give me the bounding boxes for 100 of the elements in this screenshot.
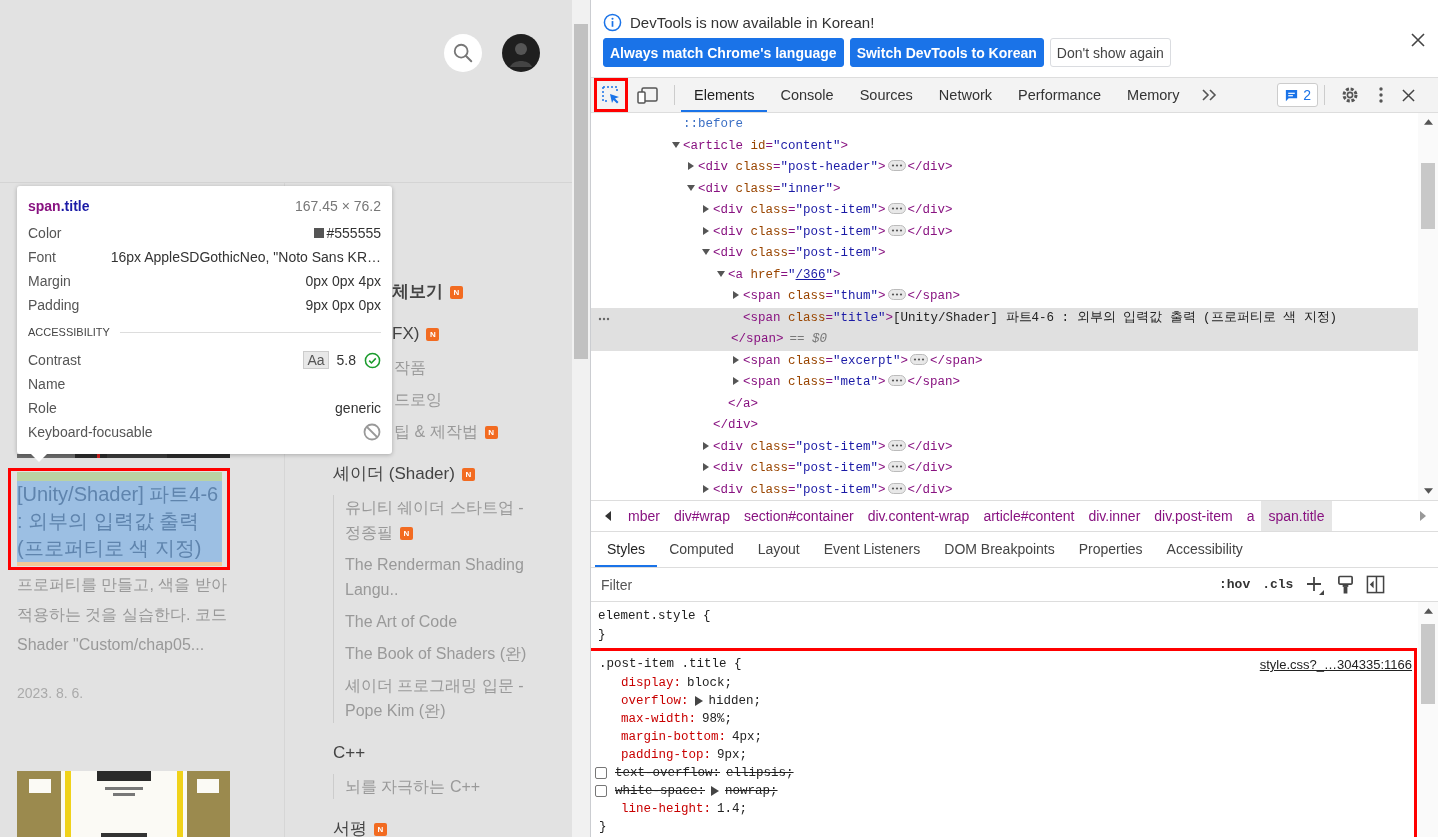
infobar-button[interactable]: Don't show again: [1049, 38, 1171, 67]
dom-node[interactable]: </a>: [591, 393, 1418, 415]
property-name[interactable]: padding-top:: [621, 748, 711, 762]
dom-node[interactable]: <div class="inner">: [591, 178, 1418, 200]
scrollbar-thumb[interactable]: [1421, 163, 1435, 229]
category-link[interactable]: 셰이더 (Shader) N: [333, 461, 540, 486]
more-icon[interactable]: [598, 316, 610, 321]
expand-icon[interactable]: [686, 161, 696, 171]
sidebar-tab[interactable]: Layout: [745, 532, 812, 567]
scroll-right-icon[interactable]: [1420, 511, 1426, 521]
scrollbar[interactable]: [572, 0, 590, 837]
property-value[interactable]: 1.4;: [717, 802, 748, 816]
scrollbar[interactable]: [1418, 602, 1438, 837]
scroll-up-icon[interactable]: [1423, 608, 1433, 614]
sidebar-tab[interactable]: Event Listeners: [811, 532, 933, 567]
property-name[interactable]: overflow:: [621, 694, 689, 708]
paint-icon[interactable]: [1337, 574, 1355, 595]
breadcrumb[interactable]: span.title: [1261, 501, 1332, 531]
panel-tab[interactable]: Elements: [681, 78, 768, 112]
category-link[interactable]: FX) N: [392, 321, 540, 346]
ellipsis-icon[interactable]: [887, 461, 906, 472]
expand-icon[interactable]: [731, 376, 741, 386]
scrollbar-thumb[interactable]: [1421, 624, 1435, 704]
expand-icon[interactable]: [711, 786, 719, 796]
expand-icon[interactable]: [701, 225, 711, 236]
checkbox[interactable]: [595, 785, 607, 797]
ellipsis-icon[interactable]: [887, 439, 906, 451]
breadcrumb[interactable]: div.content-wrap: [860, 501, 977, 531]
sidebar-tab[interactable]: Computed: [657, 532, 746, 567]
avatar-icon[interactable]: [502, 34, 540, 72]
scrollbar[interactable]: [1418, 113, 1438, 500]
dom-node[interactable]: <a href="/366">: [591, 264, 1418, 286]
panel-tab[interactable]: Memory: [1114, 78, 1193, 112]
dom-node[interactable]: <div class="post-item"> </div>: [591, 458, 1418, 480]
ellipsis-icon[interactable]: [887, 482, 906, 494]
expand-icon[interactable]: [701, 483, 711, 494]
close-icon[interactable]: [1402, 88, 1415, 102]
breadcrumb[interactable]: article#content: [976, 501, 1082, 531]
panel-tab[interactable]: Sources: [846, 78, 926, 112]
breadcrumb[interactable]: div.post-item: [1147, 501, 1240, 531]
property-name[interactable]: display:: [621, 676, 681, 690]
breadcrumb[interactable]: a: [1239, 501, 1262, 531]
scroll-up-icon[interactable]: [1423, 119, 1433, 125]
dom-node[interactable]: ::before: [591, 114, 1418, 136]
toggle-button[interactable]: :hov: [1219, 577, 1251, 592]
scrollbar-thumb[interactable]: [574, 24, 588, 359]
ellipsis-icon[interactable]: [887, 289, 906, 300]
dom-node[interactable]: <article id="content">: [591, 135, 1418, 157]
property-value[interactable]: 98%;: [702, 712, 733, 726]
checkbox[interactable]: [595, 767, 607, 779]
ellipsis-icon[interactable]: [887, 375, 906, 386]
dom-node[interactable]: </div>: [591, 415, 1418, 437]
more-tabs-icon[interactable]: [1201, 88, 1218, 102]
property-name[interactable]: white-space:: [615, 784, 705, 798]
property-name[interactable]: margin-bottom:: [621, 730, 727, 744]
collapse-icon[interactable]: [671, 139, 681, 150]
infobar-button[interactable]: Switch DevTools to Korean: [849, 38, 1044, 67]
breadcrumb[interactable]: div.inner: [1081, 501, 1148, 531]
infobar-button[interactable]: Always match Chrome's language: [603, 38, 844, 67]
issues-button[interactable]: 2: [1277, 83, 1318, 107]
property-name[interactable]: max-width:: [621, 712, 696, 726]
ellipsis-icon[interactable]: [910, 353, 929, 365]
property-value[interactable]: 4px;: [732, 730, 763, 744]
dom-node[interactable]: <div class="post-header"> </div>: [591, 157, 1418, 179]
settings-icon[interactable]: [1340, 85, 1360, 105]
close-icon[interactable]: [1411, 33, 1425, 47]
category-link[interactable]: C++: [333, 740, 540, 765]
property-value[interactable]: ellipsis;: [726, 766, 794, 780]
dom-node[interactable]: <div class="post-item">: [591, 243, 1418, 265]
breadcrumb[interactable]: mber: [621, 501, 667, 531]
expand-icon[interactable]: [731, 354, 741, 365]
breadcrumb[interactable]: section#container: [736, 501, 861, 531]
scroll-down-icon[interactable]: [1423, 488, 1433, 494]
dom-node[interactable]: <div class="post-item"> </div>: [591, 200, 1418, 222]
search-button[interactable]: [444, 34, 482, 72]
property-name[interactable]: line-height:: [621, 802, 711, 816]
panel-tab[interactable]: Performance: [1005, 78, 1115, 112]
source-link[interactable]: style.css?_…304335:1166: [1259, 655, 1412, 674]
ellipsis-icon[interactable]: [887, 203, 906, 214]
property-value[interactable]: nowrap;: [725, 784, 778, 798]
dom-node[interactable]: <div class="post-item"> </div>: [591, 479, 1418, 500]
property-value[interactable]: 9px;: [717, 748, 748, 762]
sidebar-tab[interactable]: DOM Breakpoints: [932, 532, 1067, 567]
expand-icon[interactable]: [701, 204, 711, 214]
href-link[interactable]: /366: [795, 267, 826, 282]
device-toolbar-icon[interactable]: [637, 85, 659, 105]
ellipsis-icon[interactable]: [887, 224, 906, 236]
menu-icon[interactable]: [1378, 86, 1384, 104]
panel-tab[interactable]: Console: [767, 78, 847, 112]
scroll-left-icon[interactable]: [605, 511, 611, 521]
dom-node[interactable]: <span class="meta"> </span>: [591, 372, 1418, 394]
collapse-icon[interactable]: [716, 268, 726, 279]
property-value[interactable]: block;: [687, 676, 733, 690]
sidebar-tab[interactable]: Accessibility: [1154, 532, 1255, 567]
breadcrumb[interactable]: div#wrap: [666, 501, 737, 531]
category-link[interactable]: 체보기 N: [392, 279, 540, 304]
property-value[interactable]: hidden;: [708, 694, 762, 708]
property-name[interactable]: text-overflow:: [615, 766, 721, 780]
new-rule-icon[interactable]: [1305, 574, 1326, 595]
category-link[interactable]: 서평 N: [333, 816, 540, 837]
